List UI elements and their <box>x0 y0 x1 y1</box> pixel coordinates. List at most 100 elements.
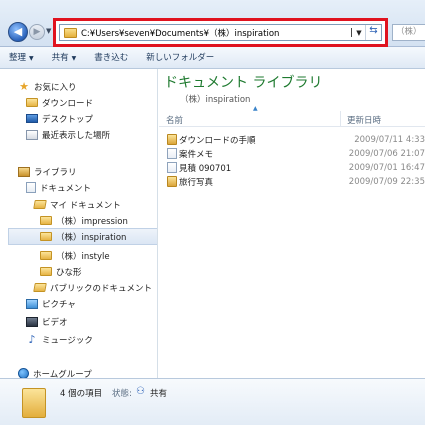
nav-homegroup[interactable]: ホームグループ <box>18 365 92 378</box>
nav-folder-label: ひな形 <box>56 267 82 278</box>
details-pane: 4 個の項目 状態: ⚇ 共有 <box>0 378 425 425</box>
homegroup-icon <box>18 368 29 378</box>
back-button[interactable]: ◀ <box>8 22 28 42</box>
nav-folder-label: （株）impression <box>56 216 128 227</box>
music-icon: ♪ <box>28 333 36 346</box>
address-dropdown-icon[interactable]: ▼ <box>353 29 365 37</box>
share-icon: ⚇ <box>136 386 145 397</box>
nav-documents[interactable]: ドキュメント <box>26 179 91 196</box>
nav-music[interactable]: ♪ ミュージック <box>26 331 93 348</box>
nav-public-documents-label: パブリックのドキュメント <box>50 283 153 294</box>
desktop-icon <box>26 114 38 123</box>
documents-library-icon <box>26 182 36 193</box>
document-icon <box>167 148 177 159</box>
file-row[interactable]: 旅行写真 2009/07/09 22:35 <box>159 175 425 188</box>
file-row[interactable]: 見積 090701 2009/07/01 16:47 <box>159 161 425 174</box>
nav-folder-impression[interactable]: （株）impression <box>40 212 128 229</box>
burn-button[interactable]: 書き込む <box>85 47 137 69</box>
navigation-pane: ★ お気に入り ダウンロード デスクトップ 最近表示した場所 ライブラリ ドキュ… <box>0 69 158 378</box>
nav-folder-inspiration[interactable]: （株）inspiration <box>8 228 157 245</box>
libraries-icon <box>18 166 30 177</box>
nav-videos[interactable]: ビデオ <box>26 313 68 330</box>
shared-folder-icon <box>167 176 177 187</box>
column-name-header[interactable]: 名前 <box>166 114 183 126</box>
file-date: 2009/07/06 21:07 <box>348 148 425 159</box>
address-bar[interactable]: C:¥Users¥seven¥Documents¥（株）inspiration … <box>59 24 382 41</box>
nav-recent-places[interactable]: 最近表示した場所 <box>26 126 110 143</box>
chevron-down-icon: ▼ <box>29 54 34 62</box>
nav-my-documents[interactable]: マイ ドキュメント <box>33 196 121 213</box>
nav-favorites-label: お気に入り <box>34 82 77 93</box>
nav-pictures[interactable]: ピクチャ <box>26 295 76 312</box>
nav-folder-label: （株）instyle <box>56 251 110 262</box>
videos-icon <box>26 316 38 327</box>
folder-subtitle: （株）inspiration <box>180 95 251 105</box>
document-icon <box>167 162 177 173</box>
nav-homegroup-label: ホームグループ <box>33 369 92 379</box>
folder-icon <box>33 200 47 209</box>
column-header: 名前 更新日時 <box>159 111 425 127</box>
nav-music-label: ミュージック <box>42 335 93 346</box>
nav-folder-templates[interactable]: ひな形 <box>40 263 82 280</box>
nav-pictures-label: ピクチャ <box>42 299 76 310</box>
downloads-folder-icon <box>26 98 38 107</box>
back-arrow-icon: ◀ <box>13 25 23 38</box>
nav-desktop-label: デスクトップ <box>42 114 94 125</box>
pictures-icon <box>26 298 38 309</box>
nav-desktop[interactable]: デスクトップ <box>26 110 93 127</box>
nav-recent-label: 最近表示した場所 <box>42 130 111 141</box>
file-name: 案件メモ <box>179 149 214 160</box>
nav-my-documents-label: マイ ドキュメント <box>50 200 121 211</box>
folder-icon <box>64 27 77 38</box>
item-count: 4 個の項目 <box>60 389 103 399</box>
search-input[interactable]: （株） <box>392 24 425 41</box>
file-date: 2009/07/09 22:35 <box>348 176 425 187</box>
nav-public-documents[interactable]: パブリックのドキュメント <box>33 279 153 296</box>
nav-libraries[interactable]: ライブラリ <box>18 163 77 180</box>
folder-icon <box>40 251 52 260</box>
file-date: 2009/07/11 4:33 <box>354 134 425 145</box>
locked-file-icon <box>167 134 177 145</box>
recent-places-icon <box>26 129 38 140</box>
title-bar: ◀ ▶ ▼ C:¥Users¥seven¥Documents¥（株）inspir… <box>0 0 425 47</box>
column-date-header[interactable]: 更新日時 <box>347 114 381 126</box>
file-name: 旅行写真 <box>179 177 214 188</box>
file-name: ダウンロードの手順 <box>179 135 256 146</box>
folder-icon <box>33 283 47 292</box>
nav-downloads[interactable]: ダウンロード <box>26 94 93 111</box>
state-value: 共有 <box>150 389 168 399</box>
state-label: 状態: <box>112 389 132 399</box>
file-row[interactable]: 案件メモ 2009/07/06 21:07 <box>159 147 425 160</box>
file-name: 見積 090701 <box>179 163 232 174</box>
folder-icon <box>40 267 52 276</box>
file-date: 2009/07/01 16:47 <box>348 162 425 173</box>
folder-icon <box>22 388 46 418</box>
nav-libraries-label: ライブラリ <box>34 167 77 178</box>
file-row[interactable]: ダウンロードの手順 2009/07/11 4:33 <box>159 133 425 146</box>
address-path[interactable]: C:¥Users¥seven¥Documents¥（株）inspiration <box>81 27 349 39</box>
nav-folder-label: （株）inspiration <box>56 232 127 243</box>
address-bar-highlight: C:¥Users¥seven¥Documents¥（株）inspiration … <box>53 18 388 47</box>
chevron-down-icon: ▼ <box>71 54 77 62</box>
nav-folder-instyle[interactable]: （株）instyle <box>40 247 110 264</box>
recent-pages-dropdown[interactable]: ▼ <box>46 27 51 35</box>
column-divider[interactable] <box>340 111 341 127</box>
forward-button[interactable]: ▶ <box>29 24 45 40</box>
nav-downloads-label: ダウンロード <box>42 98 94 109</box>
new-folder-button[interactable]: 新しいフォルダー <box>137 47 223 69</box>
star-icon: ★ <box>19 80 29 93</box>
forward-arrow-icon: ▶ <box>33 27 41 37</box>
file-list-pane: ドキュメント ライブラリ （株）inspiration ▲ 名前 更新日時 ダウ… <box>159 69 425 378</box>
nav-videos-label: ビデオ <box>42 317 68 328</box>
organize-menu[interactable]: 整理 ▼ <box>0 47 43 69</box>
library-title: ドキュメント ライブラリ <box>164 75 323 91</box>
nav-documents-label: ドキュメント <box>40 183 92 194</box>
go-arrow-icon[interactable]: ⇆ <box>365 25 381 40</box>
nav-favorites[interactable]: ★ お気に入り <box>18 78 77 95</box>
share-menu[interactable]: 共有 ▼ <box>43 47 86 69</box>
share-label: 共有 <box>51 52 69 63</box>
organize-label: 整理 <box>9 52 27 63</box>
command-bar: 整理 ▼ 共有 ▼ 書き込む 新しいフォルダー <box>0 47 425 69</box>
folder-icon <box>40 216 52 225</box>
folder-icon <box>40 232 52 241</box>
